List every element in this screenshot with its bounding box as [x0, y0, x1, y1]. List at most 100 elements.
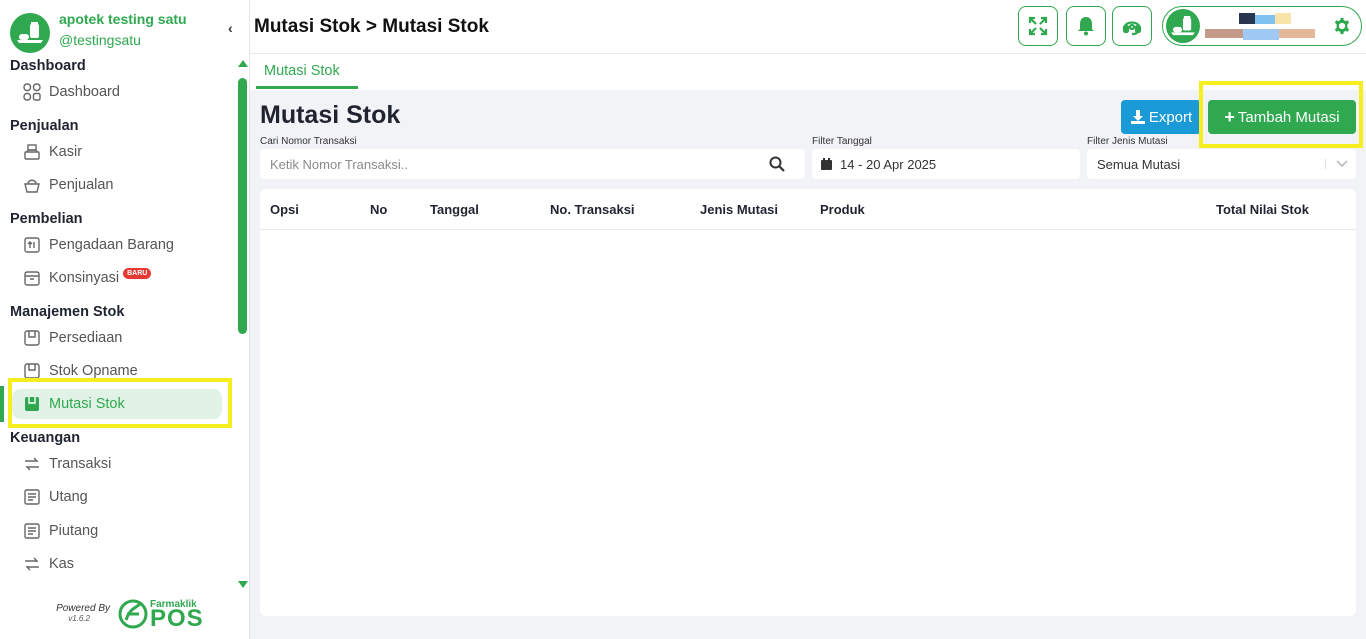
tab-bar: Mutasi Stok: [250, 54, 1366, 90]
sidebar-item-label: Penjualan: [49, 177, 114, 193]
sidebar-item-piutang[interactable]: Piutang: [12, 516, 222, 546]
column-header-total-nilai-stok: Total Nilai Stok: [1216, 202, 1309, 217]
pharmacy-avatar-icon: [1166, 9, 1200, 43]
sidebar-item-dashboard[interactable]: Dashboard: [12, 77, 222, 107]
sidebar-item-label: Kasir: [49, 144, 83, 160]
sidebar-item-label: Persediaan: [49, 330, 123, 346]
column-header-tanggal: Tanggal: [430, 202, 479, 217]
user-name-redacted: [1275, 13, 1291, 24]
sidebar-item-kas[interactable]: Kas: [12, 549, 222, 579]
package-icon: [22, 328, 42, 348]
notification-button[interactable]: [1066, 6, 1106, 46]
bell-icon: [1078, 17, 1094, 36]
search-field[interactable]: [260, 149, 805, 179]
top-header: Mutasi Stok > Mutasi Stok: [250, 0, 1366, 54]
pharmacy-logo-icon: [10, 13, 50, 53]
sidebar-item-label: Konsinyasi: [49, 270, 120, 286]
mutation-table: Opsi No Tanggal No. Transaksi Jenis Muta…: [260, 189, 1356, 616]
sidebar-item-konsinyasi[interactable]: Konsinyasi BARU: [12, 263, 222, 293]
basket-icon: [22, 175, 42, 195]
support-button[interactable]: [1112, 6, 1152, 46]
user-name-redacted: [1255, 15, 1275, 24]
brand-name: apotek testing satu: [59, 11, 187, 27]
powered-by: Powered By: [56, 603, 110, 614]
search-icon[interactable]: [769, 156, 785, 172]
gear-icon[interactable]: [1333, 17, 1351, 35]
page-title: Mutasi Stok: [260, 101, 401, 129]
sidebar-item-label: Mutasi Stok: [49, 396, 125, 412]
sidebar-item-label: Pengadaan Barang: [49, 237, 174, 253]
package-icon: [22, 361, 42, 381]
sidebar-item-persediaan[interactable]: Persediaan: [12, 323, 222, 353]
receipt-icon: [22, 487, 42, 507]
plus-icon: +: [1224, 107, 1235, 127]
receipt-icon: [22, 521, 42, 541]
sidebar-scrollbar[interactable]: [236, 60, 248, 588]
transfer-icon: [22, 554, 42, 574]
column-header-no: No: [370, 202, 388, 217]
headset-icon: [1122, 21, 1142, 36]
column-header-opsi: Opsi: [270, 202, 299, 217]
active-tab-underline: [256, 86, 358, 89]
pos-label: POS: [150, 605, 204, 632]
select-divider: [1325, 159, 1326, 169]
type-filter-label: Filter Jenis Mutasi: [1087, 136, 1168, 147]
type-filter-select[interactable]: Semua Mutasi: [1087, 149, 1356, 179]
user-role-redacted: [1279, 29, 1315, 38]
sidebar: apotek testing satu @testingsatu ‹ Dashb…: [0, 0, 250, 639]
sidebar-item-label: Utang: [49, 489, 88, 505]
add-mutation-label: Tambah Mutasi: [1237, 108, 1340, 126]
breadcrumb: Mutasi Stok > Mutasi Stok: [254, 16, 489, 37]
sidebar-item-pengadaan-barang[interactable]: Pengadaan Barang: [12, 230, 222, 260]
search-label: Cari Nomor Transaksi: [260, 136, 357, 147]
farmaklik-logo-icon: [118, 598, 148, 630]
sidebar-item-stok-opname[interactable]: Stok Opname: [12, 356, 222, 386]
sidebar-item-transaksi[interactable]: Transaksi: [12, 449, 222, 479]
sidebar-item-label: Kas: [49, 556, 74, 572]
section-title-pembelian: Pembelian: [10, 211, 83, 227]
active-nav-marker: [0, 386, 4, 422]
sidebar-item-penjualan[interactable]: Penjualan: [12, 170, 222, 200]
sidebar-item-utang[interactable]: Utang: [12, 482, 222, 512]
search-input[interactable]: [260, 156, 769, 172]
table-header: Opsi No Tanggal No. Transaksi Jenis Muta…: [260, 189, 1356, 230]
sidebar-item-kasir[interactable]: Kasir: [12, 137, 222, 167]
column-header-jenis-mutasi: Jenis Mutasi: [700, 202, 779, 217]
date-filter[interactable]: 14 - 20 Apr 2025: [812, 149, 1080, 179]
tab-mutasi-stok[interactable]: Mutasi Stok: [264, 63, 340, 79]
collapse-sidebar-chevron-icon[interactable]: ‹: [228, 20, 233, 36]
section-title-manajemen-stok: Manajemen Stok: [10, 304, 125, 320]
expand-icon: [1028, 16, 1048, 36]
date-filter-label: Filter Tanggal: [812, 136, 872, 147]
sidebar-item-mutasi-stok[interactable]: Mutasi Stok: [12, 389, 222, 419]
user-role-redacted: [1243, 29, 1279, 40]
scroll-up-arrow-icon[interactable]: [238, 60, 248, 67]
section-title-penjualan: Penjualan: [10, 118, 79, 134]
date-filter-value: 14 - 20 Apr 2025: [840, 156, 937, 172]
export-label: Export: [1148, 108, 1193, 126]
scroll-down-arrow-icon[interactable]: [238, 581, 248, 588]
new-badge: BARU: [123, 267, 152, 279]
scroll-thumb[interactable]: [238, 78, 247, 334]
brand-handle: @testingsatu: [59, 32, 141, 48]
column-header-produk: Produk: [820, 202, 865, 217]
download-icon: [1130, 110, 1145, 124]
sidebar-item-label: Piutang: [49, 523, 99, 539]
fullscreen-button[interactable]: [1018, 6, 1058, 46]
export-button[interactable]: Export: [1121, 100, 1201, 134]
user-role-redacted: [1205, 29, 1245, 38]
sidebar-item-label: Dashboard: [49, 84, 120, 100]
section-title-dashboard: Dashboard: [10, 58, 86, 74]
type-filter-value: Semua Mutasi: [1097, 156, 1181, 172]
app-version: v1.6.2: [68, 614, 90, 623]
drawer-icon: [22, 268, 42, 288]
package-icon: [22, 394, 42, 414]
grid-icon: [22, 82, 42, 102]
sidebar-item-label: Stok Opname: [49, 363, 138, 379]
user-profile[interactable]: [1162, 6, 1362, 46]
sidebar-item-label: Transaksi: [49, 456, 112, 472]
add-mutation-button[interactable]: + Tambah Mutasi: [1208, 100, 1356, 134]
calendar-icon: [821, 158, 832, 170]
chevron-down-icon: [1336, 160, 1348, 168]
brand: apotek testing satu @testingsatu: [10, 8, 235, 53]
